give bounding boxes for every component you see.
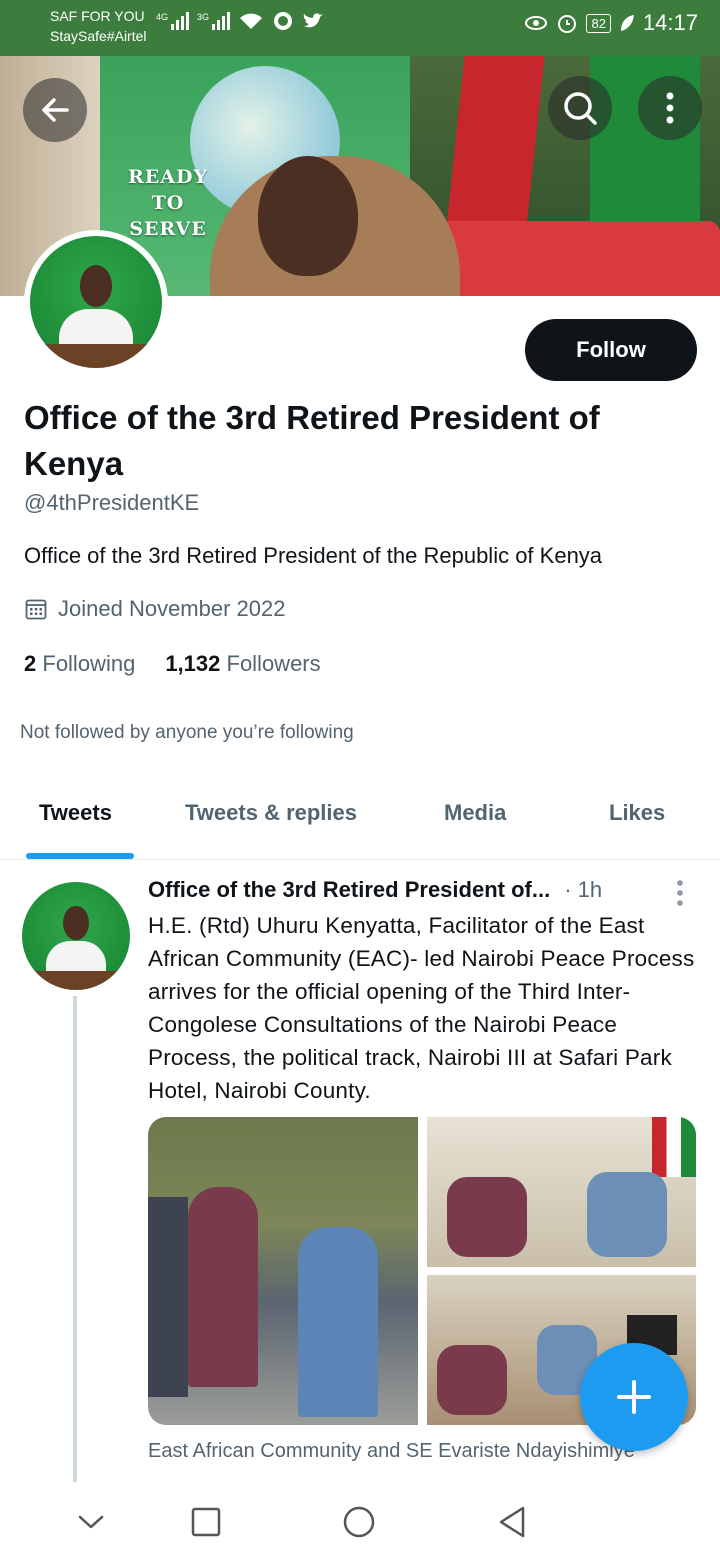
search-icon [564, 92, 597, 125]
carrier-text: SAF FOR YOU StaySafe#Airtel [50, 6, 147, 46]
profile-tabs: Tweets Tweets & replies Media Likes [0, 770, 720, 860]
status-right: 82 14:17 [524, 10, 698, 36]
nav-home-icon [343, 1506, 375, 1538]
nav-home-button[interactable] [341, 1504, 377, 1540]
compose-plus-icon [617, 1380, 651, 1414]
more-vertical-icon [666, 92, 674, 124]
twitter-bird-icon [303, 13, 324, 28]
clock-time: 14:17 [642, 10, 698, 35]
nav-recents-icon [191, 1507, 221, 1537]
nav-down-button[interactable] [73, 1504, 109, 1540]
alarm-icon [558, 15, 577, 33]
more-vertical-icon [677, 880, 683, 906]
more-options-button[interactable] [638, 76, 702, 140]
following-label: Following [42, 651, 136, 676]
search-button[interactable] [548, 76, 612, 140]
following-link[interactable]: 2 Following [24, 651, 135, 677]
system-nav-bar [0, 1484, 720, 1560]
carrier-line1: SAF FOR YOU [50, 8, 145, 24]
tweet-more-button[interactable] [676, 879, 684, 907]
signal-4g-icon: 4G [156, 12, 190, 30]
tweet-caption: East African Community and SE Evariste N… [148, 1440, 635, 1462]
active-tab-indicator [26, 853, 134, 859]
nav-back-icon [499, 1506, 525, 1538]
following-count: 2 [24, 651, 37, 676]
profile-handle: @4thPresidentKE [24, 490, 200, 515]
tab-tweets-replies[interactable]: Tweets & replies [185, 800, 357, 826]
followers-label: Followers [226, 651, 321, 676]
followers-link[interactable]: 1,132 Followers [165, 651, 320, 677]
tweet-photo-2[interactable] [427, 1117, 696, 1267]
calendar-icon [25, 599, 47, 620]
eye-icon [525, 16, 548, 30]
follow-counts: 2 Following 1,132 Followers [24, 651, 321, 677]
tweet-avatar[interactable] [22, 882, 130, 990]
follow-button[interactable]: Follow [525, 319, 697, 381]
joined-date: Joined November 2022 [24, 596, 285, 622]
profile-name: Office of the 3rd Retired President of K… [24, 399, 600, 482]
nav-down-icon [78, 1515, 104, 1529]
status-bar: SAF FOR YOU StaySafe#Airtel 4G 3G 82 14:… [0, 0, 720, 56]
leaf-icon [620, 15, 634, 31]
signal-3g-icon: 3G [197, 12, 231, 30]
compose-tweet-button[interactable] [580, 1343, 688, 1451]
tab-media[interactable]: Media [444, 800, 506, 826]
signal-icons: 4G 3G [156, 10, 324, 32]
wifi-icon [240, 13, 263, 29]
back-arrow-icon [42, 98, 69, 122]
tab-tweets[interactable]: Tweets [39, 800, 112, 826]
back-button[interactable] [23, 78, 87, 142]
profile-bio: Office of the 3rd Retired President of t… [24, 543, 603, 568]
not-followed-notice: Not followed by anyone you’re following [20, 722, 354, 743]
carrier-line2: StaySafe#Airtel [50, 28, 147, 44]
whatsapp-icon [274, 12, 293, 30]
tweet-photo-1[interactable] [148, 1117, 418, 1425]
nav-recents-button[interactable] [188, 1504, 224, 1540]
battery-indicator: 82 [586, 13, 611, 33]
tweet-author[interactable]: Office of the 3rd Retired President of..… [148, 877, 550, 903]
nav-back-button[interactable] [494, 1504, 530, 1540]
followers-count: 1,132 [165, 651, 221, 676]
tweet-time: · 1h [564, 877, 603, 902]
profile-avatar[interactable] [24, 230, 168, 374]
tweet-text: H.E. (Rtd) Uhuru Kenyatta, Facilitator o… [148, 913, 695, 1103]
thread-line [73, 996, 77, 1482]
tweet-header: Office of the 3rd Retired President of..… [148, 877, 708, 906]
joined-text: Joined November 2022 [58, 596, 286, 621]
tab-likes[interactable]: Likes [609, 800, 665, 826]
banner-text: READY TO SERVE [127, 166, 209, 240]
